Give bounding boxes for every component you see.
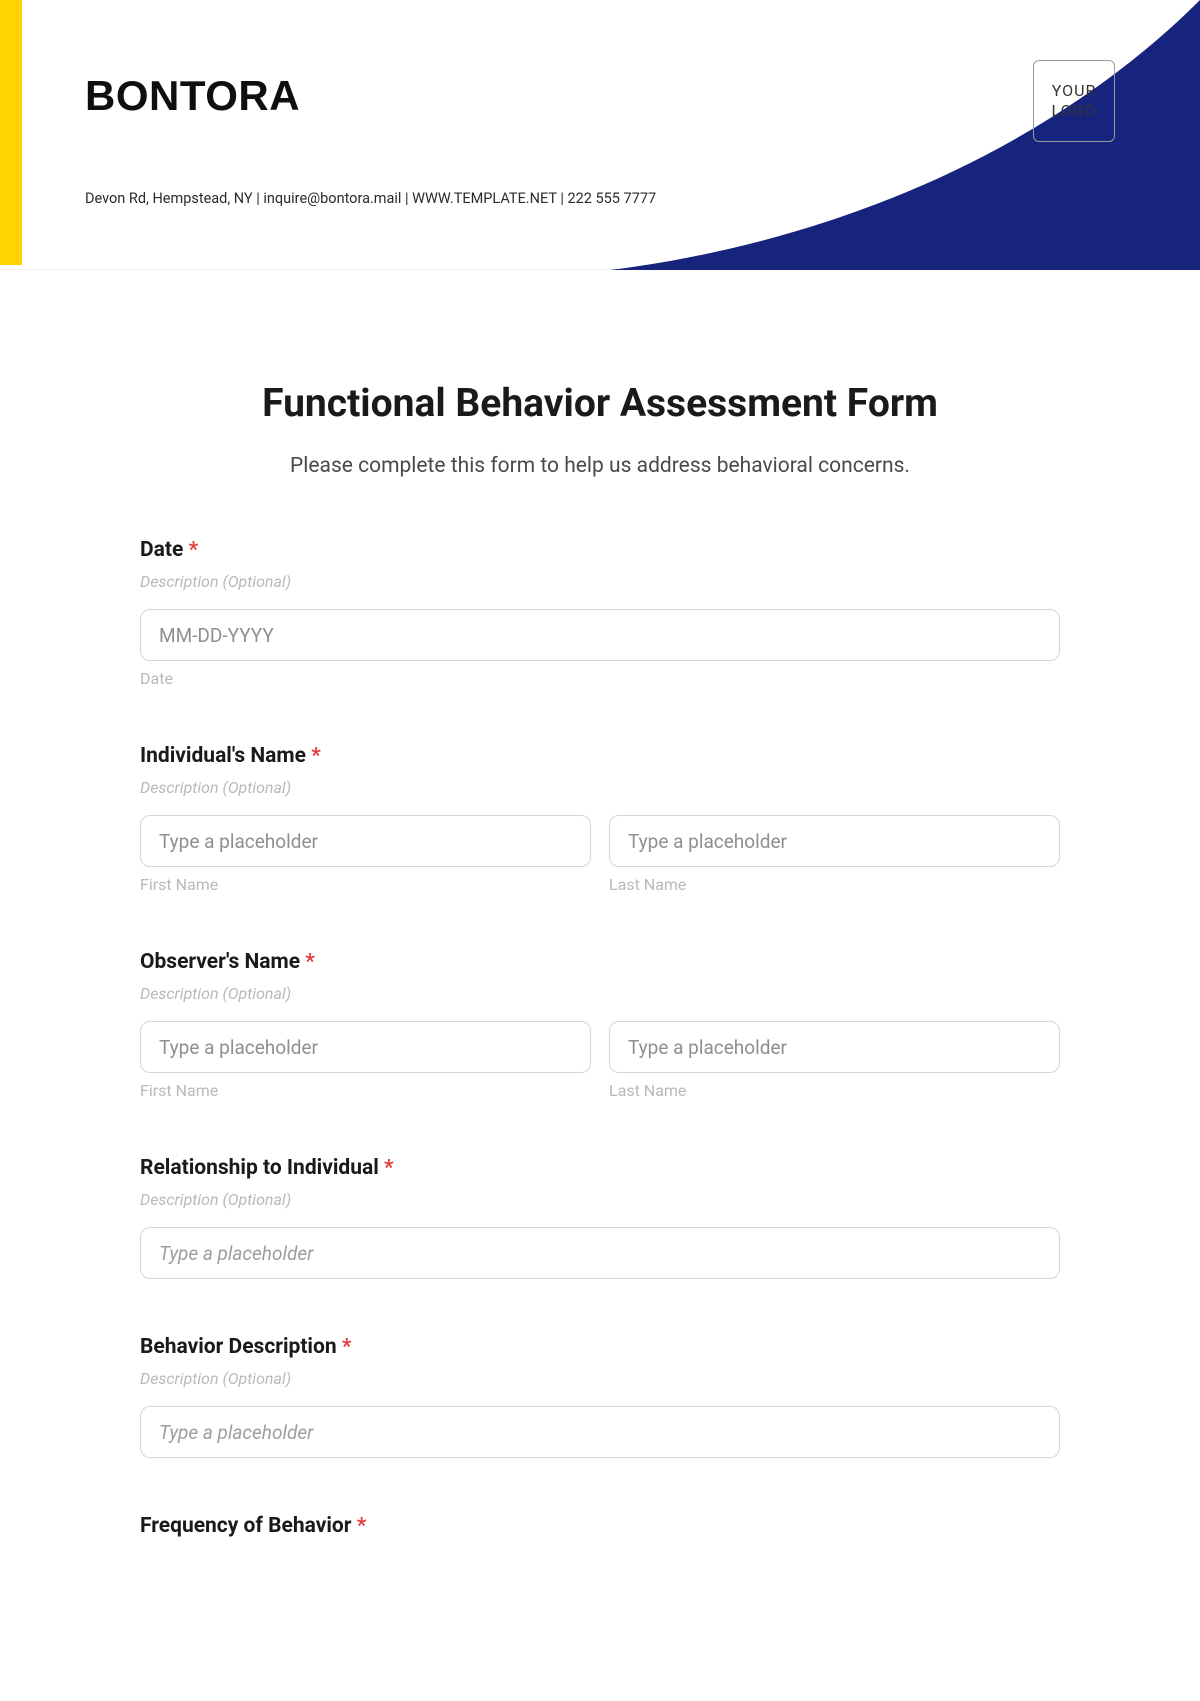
required-mark: *	[342, 1335, 352, 1359]
form-title: Functional Behavior Assessment Form	[140, 380, 1060, 426]
form-subtitle: Please complete this form to help us add…	[140, 454, 1060, 478]
logo-placeholder: YOUR LOGO	[1033, 60, 1115, 142]
field-individual-name: Individual's Name * Description (Optiona…	[140, 744, 1060, 894]
observer-last-name-input[interactable]	[609, 1021, 1060, 1073]
sublabel: Last Name	[609, 875, 1060, 894]
sublabel: First Name	[140, 1081, 591, 1100]
field-description: Description (Optional)	[140, 778, 1060, 797]
field-description: Description (Optional)	[140, 1190, 1060, 1209]
field-label: Behavior Description *	[140, 1335, 1060, 1359]
observer-first-name-input[interactable]	[140, 1021, 591, 1073]
header: BONTORA Devon Rd, Hempstead, NY | inquir…	[0, 0, 1200, 270]
contact-line: Devon Rd, Hempstead, NY | inquire@bontor…	[85, 190, 656, 207]
required-mark: *	[189, 538, 199, 562]
logo-placeholder-text: YOUR LOGO	[1051, 81, 1096, 121]
brand-logo-text: BONTORA	[85, 72, 300, 120]
field-frequency: Frequency of Behavior *	[140, 1514, 1060, 1538]
sublabel: Date	[140, 669, 1060, 688]
field-description: Description (Optional)	[140, 984, 1060, 1003]
field-label: Individual's Name *	[140, 744, 1060, 768]
field-label: Date *	[140, 538, 1060, 562]
field-date: Date * Description (Optional) Date	[140, 538, 1060, 688]
required-mark: *	[305, 950, 315, 974]
field-description: Description (Optional)	[140, 572, 1060, 591]
relationship-input[interactable]	[140, 1227, 1060, 1279]
label-text: Date	[140, 538, 183, 562]
field-behavior-description: Behavior Description * Description (Opti…	[140, 1335, 1060, 1458]
individual-first-name-input[interactable]	[140, 815, 591, 867]
form: Functional Behavior Assessment Form Plea…	[140, 270, 1060, 1538]
sublabel: Last Name	[609, 1081, 1060, 1100]
sublabel: First Name	[140, 875, 591, 894]
required-mark: *	[384, 1156, 394, 1180]
field-label: Relationship to Individual *	[140, 1156, 1060, 1180]
field-label: Observer's Name *	[140, 950, 1060, 974]
field-relationship: Relationship to Individual * Description…	[140, 1156, 1060, 1279]
individual-last-name-input[interactable]	[609, 815, 1060, 867]
date-input[interactable]	[140, 609, 1060, 661]
label-text: Relationship to Individual	[140, 1156, 379, 1180]
label-text: Individual's Name	[140, 744, 306, 768]
required-mark: *	[357, 1514, 367, 1538]
field-description: Description (Optional)	[140, 1369, 1060, 1388]
behavior-description-input[interactable]	[140, 1406, 1060, 1458]
label-text: Observer's Name	[140, 950, 300, 974]
accent-bar	[0, 0, 22, 265]
label-text: Frequency of Behavior	[140, 1514, 351, 1538]
page: BONTORA Devon Rd, Hempstead, NY | inquir…	[0, 0, 1200, 1701]
field-observer-name: Observer's Name * Description (Optional)…	[140, 950, 1060, 1100]
label-text: Behavior Description	[140, 1335, 337, 1359]
required-mark: *	[311, 744, 321, 768]
field-label: Frequency of Behavior *	[140, 1514, 1060, 1538]
